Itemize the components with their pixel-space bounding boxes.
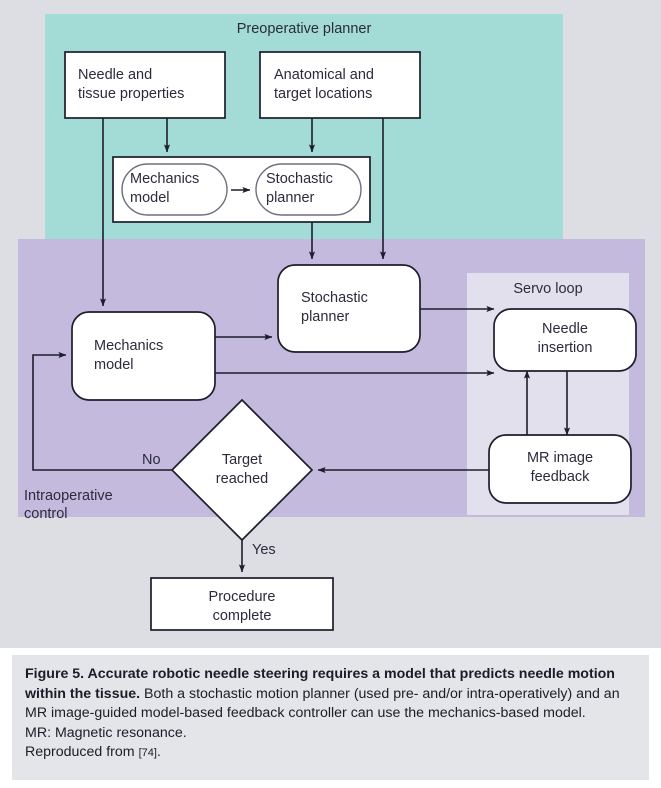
node-procedure-complete	[150, 577, 334, 631]
diagram-canvas: Preoperative planner Servo loop Intraope…	[0, 0, 661, 648]
panel-title-intraoperative-control: Intraoperative control	[24, 488, 113, 522]
node-planner-mechanics-model	[121, 163, 228, 216]
caption-divider	[0, 648, 661, 655]
node-needle-insertion	[493, 308, 637, 372]
figure-container: Preoperative planner Servo loop Intraope…	[0, 0, 661, 788]
figure-caption: Figure 5. Accurate robotic needle steeri…	[12, 655, 649, 780]
edge-label-yes: Yes	[252, 542, 276, 558]
caption-reproduced-prefix: Reproduced from	[25, 744, 139, 760]
node-anatomical-target-locations	[259, 51, 421, 119]
flowchart-graphics	[18, 14, 645, 631]
node-control-mechanics-model	[71, 311, 216, 401]
node-needle-tissue-properties	[64, 51, 226, 119]
caption-reproduced-suffix: .	[156, 744, 161, 760]
caption-reproduced: Reproduced from [74].	[25, 743, 636, 764]
panel-title-servo-loop: Servo loop	[513, 281, 583, 297]
edge-label-no: No	[142, 452, 161, 468]
panel-title-preoperative-planner: Preoperative planner	[236, 21, 372, 37]
node-planner-stochastic-planner	[255, 163, 362, 216]
caption-reference-number: [74]	[138, 747, 157, 759]
node-mr-image-feedback	[488, 434, 632, 504]
node-control-stochastic-planner	[277, 264, 421, 353]
caption-abbreviation: MR: Magnetic resonance.	[25, 724, 187, 741]
caption-main-text: Figure 5. Accurate robotic needle steeri…	[25, 665, 636, 724]
